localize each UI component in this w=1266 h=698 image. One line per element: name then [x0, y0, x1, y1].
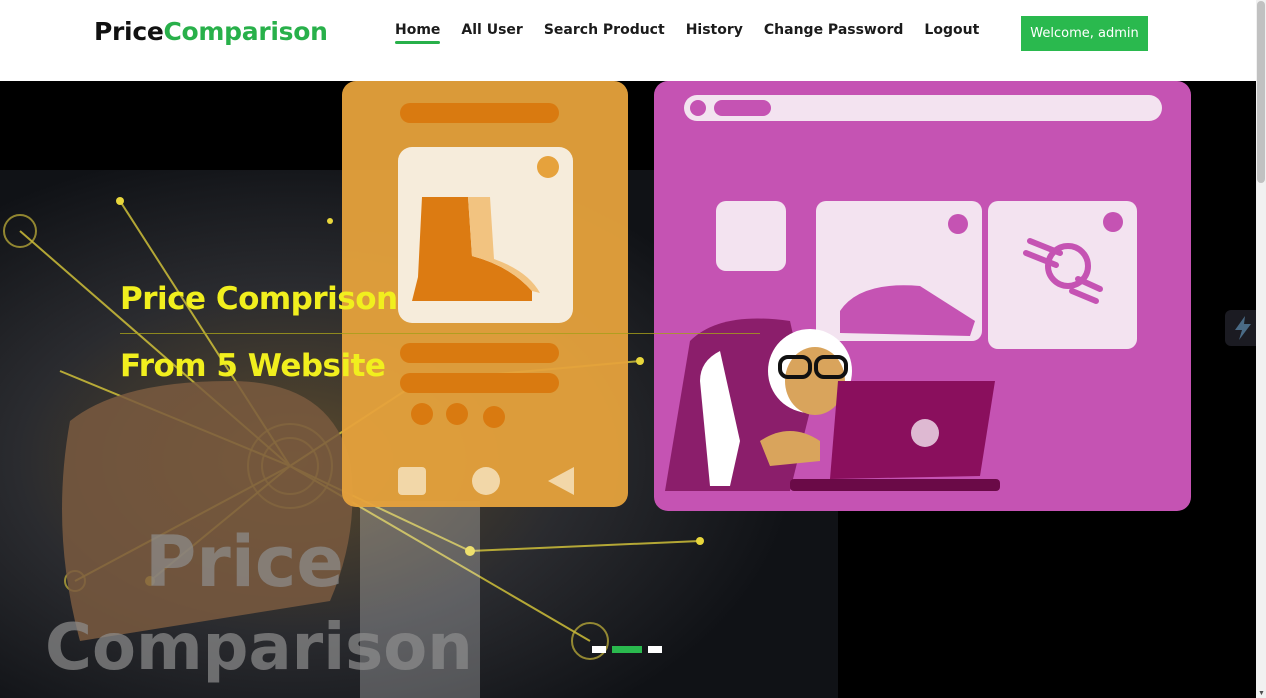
brand-logo[interactable]: PriceComparison: [94, 17, 328, 46]
carousel-dot-1[interactable]: [592, 646, 606, 653]
carousel-dot-3[interactable]: [648, 646, 662, 653]
welcome-user-button[interactable]: Welcome, admin: [1021, 16, 1148, 51]
hero-title-line-1: Price Comprison: [120, 281, 398, 317]
nav-change-password[interactable]: Change Password: [764, 22, 904, 44]
hero-title-line-2: From 5 Website: [120, 348, 386, 384]
hero-illustration: Price Comparison: [0, 81, 1191, 698]
hero-divider: [120, 333, 760, 334]
brand-part-2: Comparison: [163, 17, 328, 46]
nav-logout[interactable]: Logout: [924, 22, 979, 44]
main-nav: Home All User Search Product History Cha…: [395, 22, 1000, 44]
nav-search-product[interactable]: Search Product: [544, 22, 665, 44]
page-scrollbar[interactable]: ▼: [1256, 0, 1266, 698]
lightning-icon: [1235, 316, 1251, 340]
scroll-down-arrow-icon[interactable]: ▼: [1258, 690, 1265, 697]
carousel-dot-2[interactable]: [612, 646, 642, 653]
brand-part-1: Price: [94, 17, 164, 46]
watermark-text-2: Comparison: [45, 611, 473, 685]
scrollbar-thumb[interactable]: [1257, 1, 1265, 183]
nav-home[interactable]: Home: [395, 22, 441, 44]
browser-card: [654, 81, 1191, 511]
nav-all-user[interactable]: All User: [461, 22, 522, 44]
carousel-indicators: [592, 646, 662, 653]
side-widget-button[interactable]: [1225, 310, 1256, 346]
nav-history[interactable]: History: [686, 22, 743, 44]
hero-carousel: Price Comparison Price Comprison From 5 …: [0, 81, 1256, 698]
top-navbar: PriceComparison Home All User Search Pro…: [0, 0, 1256, 81]
watermark-text-1: Price: [145, 521, 344, 603]
